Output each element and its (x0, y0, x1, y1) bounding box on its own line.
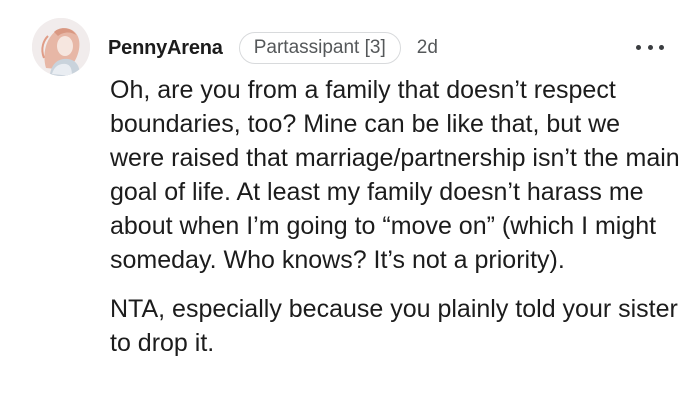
comment-paragraph: NTA, especially because you plainly told… (110, 295, 678, 357)
user-flair-badge: Partassipant [3] (238, 32, 401, 64)
more-dot (636, 44, 641, 50)
author-username[interactable]: PennyArena (108, 37, 223, 60)
comment-timestamp[interactable]: 2d (417, 37, 438, 59)
avatar[interactable] (32, 18, 90, 76)
more-options-icon[interactable] (636, 36, 664, 58)
comment-paragraph: Oh, are you from a family that doesn’t r… (110, 76, 680, 274)
comment: PennyArena Partassipant [3] 2d Oh, are y… (0, 0, 700, 410)
comment-body: Oh, are you from a family that doesn’t r… (110, 73, 680, 360)
more-dot (647, 44, 653, 50)
more-dot (659, 44, 664, 50)
comment-header: PennyArena Partassipant [3] 2d (108, 30, 438, 66)
avatar-image (32, 18, 90, 76)
